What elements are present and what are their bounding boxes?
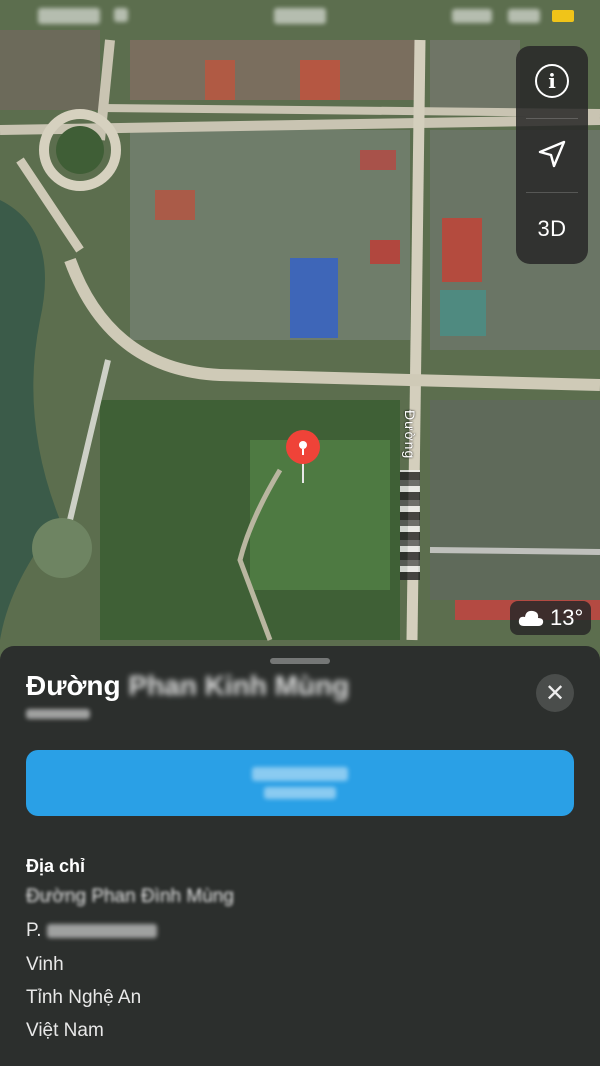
signal-icon [452, 9, 492, 23]
battery-icon [552, 10, 574, 22]
map-pin-icon [286, 430, 320, 483]
close-button[interactable]: ✕ [536, 674, 574, 712]
address-line-4: Tỉnh Nghệ An [26, 987, 142, 1008]
info-button[interactable]: i [516, 46, 588, 116]
address-line-5: Việt Nam [26, 1020, 104, 1041]
map-controls: i 3D [516, 46, 588, 264]
sheet-grabber[interactable] [270, 658, 330, 664]
directions-button[interactable] [26, 750, 574, 816]
location-button[interactable] [516, 119, 588, 189]
satellite-map[interactable] [0, 0, 600, 680]
divider [526, 192, 578, 193]
directions-text-obscured [252, 767, 348, 781]
place-card: Đường Phan Kinh Mùng ✕ Địa chỉ Đường Pha… [0, 646, 600, 1066]
3d-button[interactable]: 3D [516, 194, 588, 264]
subtitle-obscured [26, 709, 90, 719]
weather-badge: 13° [510, 601, 592, 635]
place-title: Đường Phan Kinh Mùng [26, 670, 349, 702]
address-heading: Địa chỉ [26, 856, 86, 876]
place-subtitle [26, 706, 90, 722]
place-title-prefix: Đường [26, 670, 121, 701]
battery-level [508, 9, 540, 23]
info-icon: i [535, 64, 569, 98]
address-line-1: Đường Phan Đình Mùng [26, 886, 234, 907]
cloud-icon [518, 610, 544, 626]
carrier-indicator [38, 8, 100, 24]
street-name-obscured [400, 470, 420, 580]
close-icon: ✕ [544, 679, 566, 707]
3d-label: 3D [537, 216, 567, 241]
status-bar [0, 0, 600, 34]
location-arrow-icon [538, 140, 566, 168]
address-line-2: P. [26, 920, 157, 942]
ward-obscured [46, 923, 157, 938]
place-title-rest: Phan Kinh Mùng [128, 670, 350, 701]
location-pin[interactable] [283, 429, 323, 485]
address-line-3: Vinh [26, 954, 64, 975]
clock [274, 8, 326, 24]
wifi-icon [114, 8, 128, 22]
map-street-label: Đường [402, 410, 418, 460]
directions-subtext-obscured [264, 787, 336, 799]
temperature: 13° [550, 605, 584, 630]
